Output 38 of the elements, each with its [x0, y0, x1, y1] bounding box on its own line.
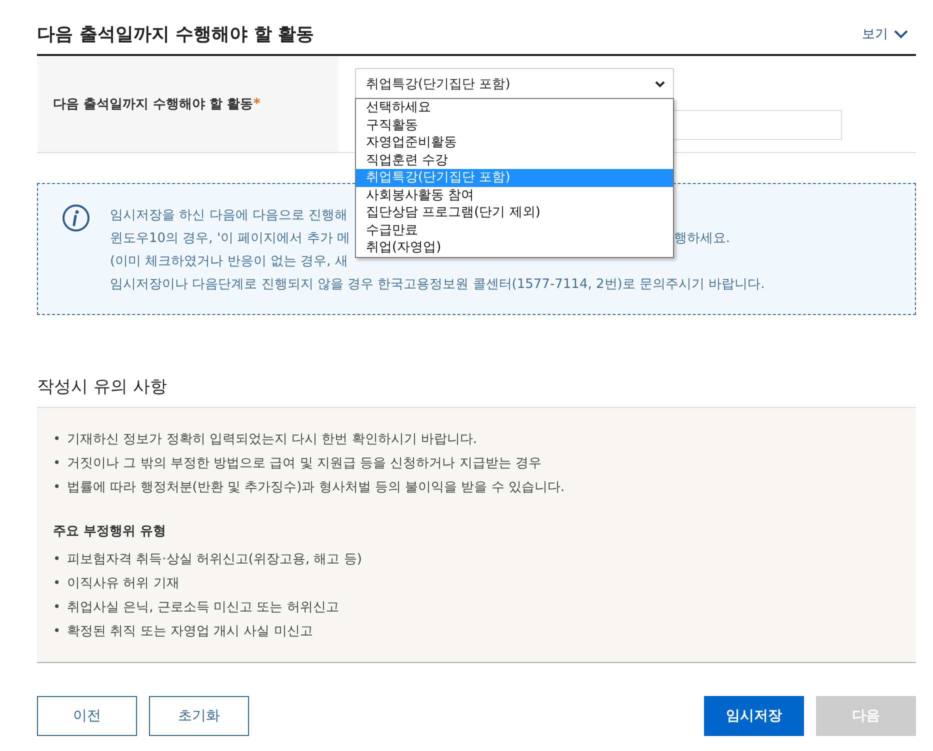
bullet-mark: • [53, 431, 59, 449]
info-text: 행하세요. [674, 230, 730, 248]
field-label: 다음 출석일까지 수행해야 할 활동* [53, 95, 260, 113]
section-title: 다음 출석일까지 수행해야 할 활동 [37, 23, 314, 46]
note-item: 기재하신 정보가 정확히 입력되었는지 다시 한번 확인하시기 바랍니다. [67, 431, 478, 449]
info-text: 임시저장을 하신 다음에 다음으로 진행해 [110, 207, 348, 225]
dropdown-option[interactable]: 수급만료 [356, 222, 673, 239]
info-text: 윈도우10의 경우, '이 페이지에서 추가 메 [110, 230, 350, 248]
action-button[interactable]: 이전 [37, 696, 137, 736]
view-toggle[interactable]: 보기 [862, 25, 908, 43]
note-item: 피보험자격 취득·상실 허위신고(위장고용, 해고 등) [67, 551, 362, 569]
info-text: 임시저장이나 다음단계로 진행되지 않을 경우 한국고용정보원 콜센터(1577-7114, 2번)로 문의주시기 바랍니다. [110, 276, 765, 294]
dropdown-option[interactable]: 구직활동 [356, 116, 673, 134]
info-text: (이미 체크하였거나 반응이 없는 경우, 새 [110, 253, 348, 271]
dropdown-option[interactable]: 사회봉사활동 참여 [356, 186, 673, 204]
bullet-mark: • [53, 575, 59, 593]
activity-select[interactable]: 취업특강(단기집단 포함) [355, 68, 674, 100]
dropdown-option[interactable]: 직업훈련 수강 [356, 152, 673, 169]
bullet-mark: • [53, 599, 59, 617]
note-item: 확정된 취직 또는 자영업 개시 사실 미신고 [67, 623, 313, 641]
bullet-mark: • [53, 479, 59, 497]
bullet-mark: • [53, 455, 59, 473]
notes-title: 작성시 유의 사항 [37, 376, 168, 399]
dropdown-option[interactable]: 취업(자영업) [356, 239, 673, 256]
dropdown-option[interactable]: 자영업준비활동 [356, 134, 673, 152]
action-button[interactable]: 임시저장 [704, 696, 804, 736]
note-item: 취업사실 은닉, 근로소득 미신고 또는 허위신고 [67, 599, 339, 617]
dropdown-option[interactable]: 집단상담 프로그램(단기 제외) [356, 204, 673, 222]
dropdown-option[interactable]: 선택하세요 [356, 99, 673, 116]
notes-subtitle: 주요 부정행위 유형 [53, 523, 168, 540]
caret-icon [655, 80, 665, 88]
bullet-mark: • [53, 551, 59, 569]
info-icon [62, 204, 90, 232]
note-item: 이직사유 허위 기재 [67, 575, 180, 593]
action-button[interactable]: 초기화 [149, 696, 249, 736]
note-item: 거짓이나 그 밖의 부정한 방법으로 급여 및 지원급 등을 신청하거나 지급받는 경우 [67, 455, 542, 473]
bullet-mark: • [53, 623, 59, 641]
note-item: 법률에 따라 행정처분(반환 및 추가징수)과 형사처벌 등의 불이익을 받을 수 있습니다. [67, 479, 565, 497]
